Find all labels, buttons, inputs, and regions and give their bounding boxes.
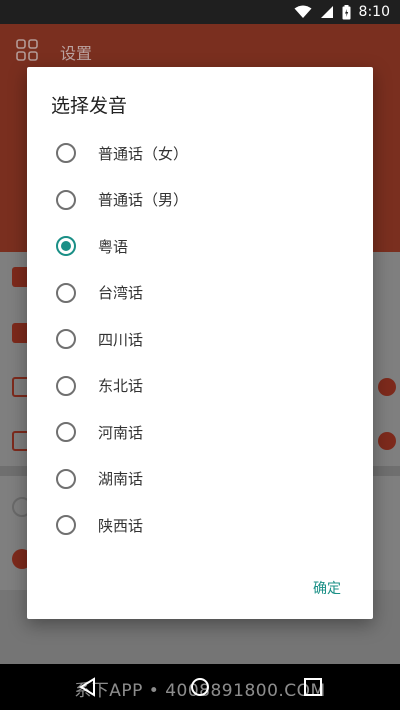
back-icon[interactable] [78,677,98,697]
radio-unchecked-icon[interactable] [56,329,76,350]
pronunciation-option[interactable]: 河南话 [27,409,373,456]
radio-unchecked-icon[interactable] [56,422,76,443]
radio-unchecked-icon[interactable] [56,515,76,536]
option-label: 陕西话 [98,516,144,535]
pronunciation-option[interactable]: 陕西话 [27,502,373,549]
page-title: 设置 [60,44,93,63]
radio-unchecked-icon[interactable] [56,468,76,489]
dialog-title: 选择发音 [51,95,128,117]
wifi-icon [294,5,312,19]
pronunciation-option[interactable]: 普通话（男） [27,177,373,224]
pronunciation-option[interactable]: 四川话 [27,316,373,363]
pronunciation-option[interactable]: 东北话 [27,363,373,410]
option-label: 台湾话 [98,284,144,303]
pronunciation-option[interactable]: 湖南话 [27,456,373,503]
option-label: 普通话（男） [98,191,189,210]
apps-grid-icon[interactable] [16,39,38,61]
option-label: 粤语 [98,237,129,256]
radio-unchecked-icon[interactable] [56,375,76,396]
signal-icon [320,5,334,19]
option-label: 普通话（女） [98,144,189,163]
radio-unchecked-icon[interactable] [56,143,76,164]
navigation-bar [0,664,400,710]
toggle-switch[interactable] [378,378,396,396]
option-label: 东北话 [98,377,144,396]
radio-unchecked-icon[interactable] [56,282,76,303]
pronunciation-option[interactable]: 普通话（女） [27,130,373,177]
home-icon[interactable] [190,677,210,697]
pronunciation-option[interactable]: 粤语 [27,223,373,270]
recents-icon[interactable] [303,677,323,697]
status-bar: 8:10 [0,0,400,24]
options-list: 普通话（女） 普通话（男） 粤语台湾话四川话东北话河南话湖南话陕西话 [27,130,373,549]
pronunciation-dialog: 选择发音 普通话（女） 普通话（男） 粤语台湾话四川话东北话河南话湖南话陕西话 确定 [27,67,373,619]
pronunciation-option[interactable]: 台湾话 [27,270,373,317]
option-label: 四川话 [98,330,144,349]
option-label: 湖南话 [98,470,144,489]
battery-icon [342,4,351,20]
radio-checked-icon[interactable] [56,236,76,257]
confirm-button[interactable]: 确定 [313,578,341,598]
option-label: 河南话 [98,423,144,442]
toggle-switch[interactable] [378,432,396,450]
radio-unchecked-icon[interactable] [56,189,76,210]
status-time: 8:10 [358,4,390,20]
